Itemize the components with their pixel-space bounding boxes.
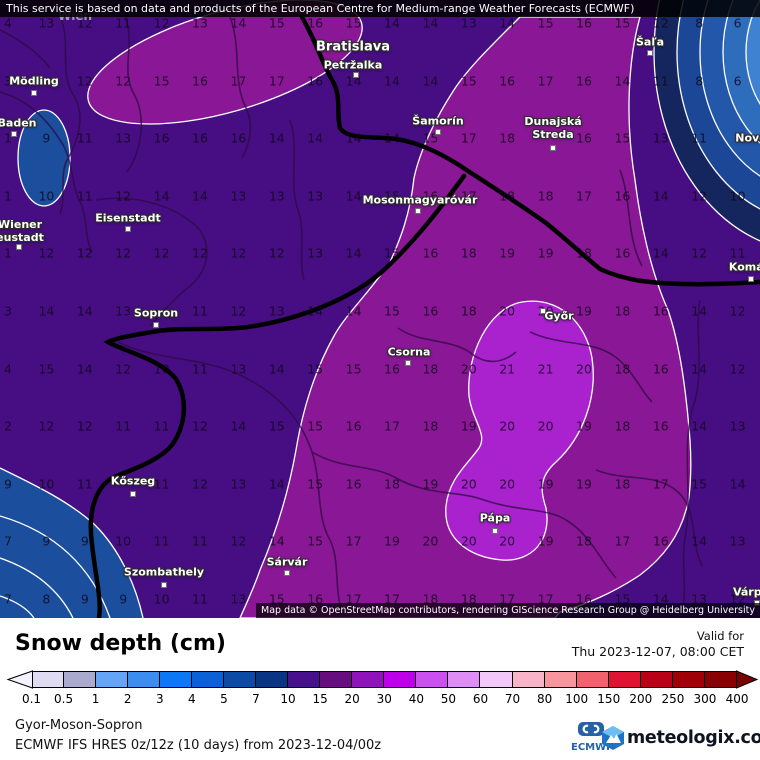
legend-tick: 60: [473, 692, 488, 706]
legend-tick: 10: [280, 692, 295, 706]
legend-tick: 1: [92, 692, 100, 706]
legend-tick: 50: [441, 692, 456, 706]
ecmwf-logo-icon: [577, 721, 605, 737]
region-label: Gyor-Moson-Sopron: [15, 718, 142, 733]
legend-tick: 4: [188, 692, 196, 706]
legend-tick: 300: [694, 692, 717, 706]
legend-tick: 2: [124, 692, 132, 706]
legend-tick: 20: [345, 692, 360, 706]
legend-arrows: [0, 668, 760, 690]
legend-tick: 30: [377, 692, 392, 706]
legend-tick: 200: [629, 692, 652, 706]
legend-arrow-right: [737, 671, 758, 688]
legend-tick: 150: [597, 692, 620, 706]
legend-arrow-left: [8, 671, 33, 688]
info-panel: Snow depth (cm) Valid for Thu 2023-12-07…: [0, 618, 760, 760]
valid-for-label: Valid for: [697, 629, 744, 643]
model-run-label: ECMWF IFS HRES 0z/12z (10 days) from 202…: [15, 738, 381, 753]
legend-tick: 40: [409, 692, 424, 706]
legend-tick: 70: [505, 692, 520, 706]
meteologix-logo-icon: [602, 726, 624, 750]
legend-tick: 80: [537, 692, 552, 706]
map: 4131211121314151615141413141516151286312…: [0, 0, 760, 618]
ecmwf-notice-text: This service is based on data and produc…: [6, 2, 634, 15]
map-attribution: Map data © OpenStreetMap contributors, r…: [256, 603, 760, 618]
legend-tick: 5: [220, 692, 228, 706]
legend-tick: 3: [156, 692, 164, 706]
valid-time: Thu 2023-12-07, 08:00 CET: [572, 644, 744, 659]
legend-tick: 15: [312, 692, 327, 706]
legend-tick: 7: [252, 692, 260, 706]
ecmwf-notice-bar: This service is based on data and produc…: [0, 0, 760, 17]
legend-tick: 0.1: [22, 692, 41, 706]
legend-tick: 400: [726, 692, 749, 706]
legend-tick: 250: [661, 692, 684, 706]
map-canvas: [0, 0, 760, 618]
meteologix-logo-text: meteologix.com: [627, 728, 760, 748]
color-scale-legend: 0.1 0.5 1 2 3 4 5 7 10 15 20 30 40 50 60 70 80 100 150 200 2…: [0, 668, 760, 712]
page-title: Snow depth (cm): [15, 631, 226, 656]
legend-tick: 0.5: [54, 692, 73, 706]
weather-map-page: 4131211121314151615141413141516151286312…: [0, 0, 760, 760]
legend-tick: 100: [565, 692, 588, 706]
meteologix-logo[interactable]: meteologix.com: [602, 726, 760, 750]
